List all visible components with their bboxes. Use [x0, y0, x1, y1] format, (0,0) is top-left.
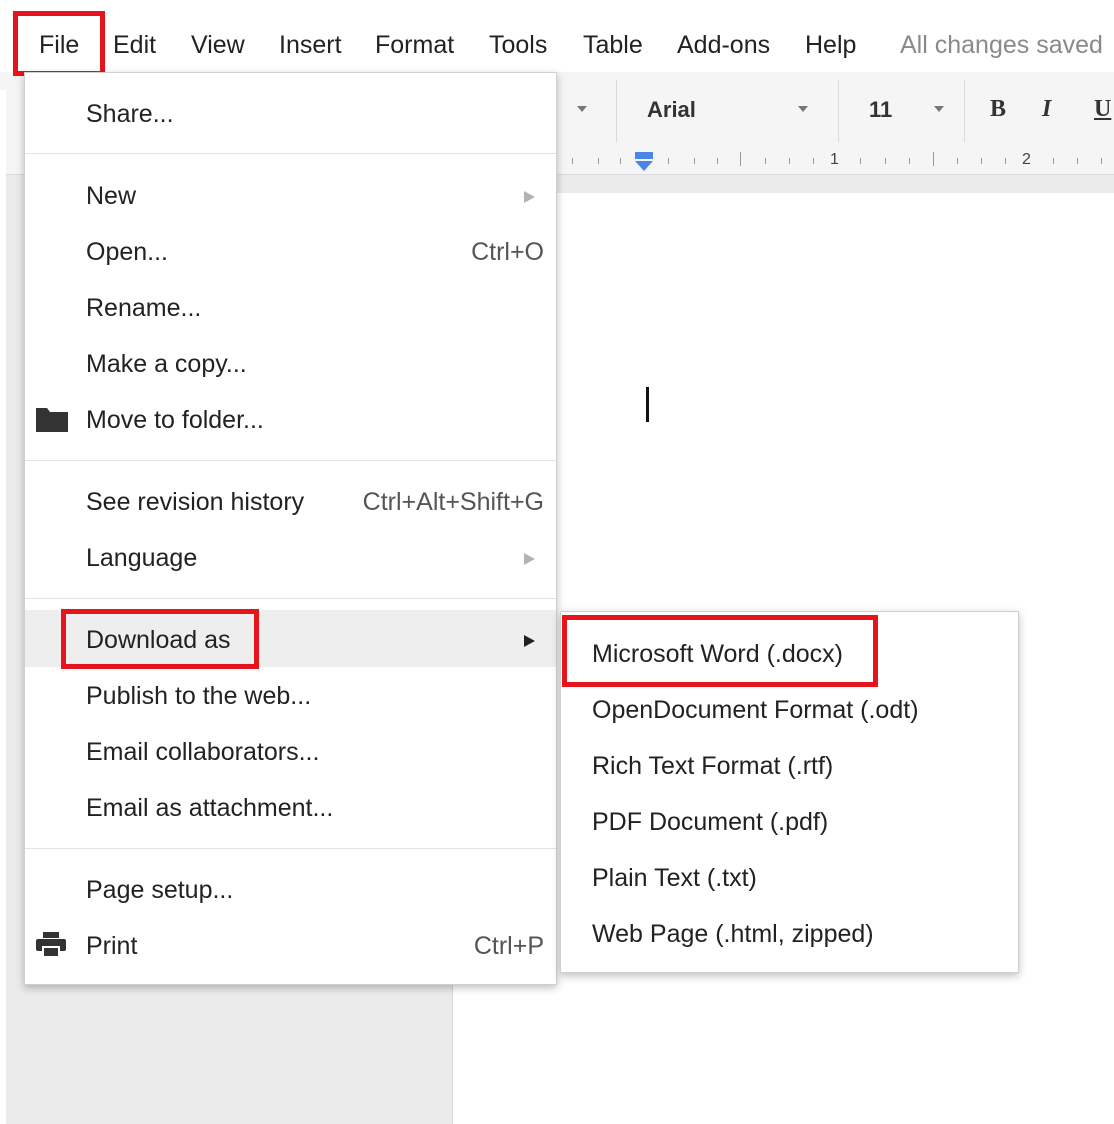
download-option-rtf[interactable]: Rich Text Format (.rtf) — [592, 749, 833, 783]
left-margin — [0, 90, 6, 1124]
download-option-pdf[interactable]: PDF Document (.pdf) — [592, 805, 828, 839]
menu-item-publish[interactable]: Publish to the web... — [86, 679, 311, 713]
ruler-tick — [620, 158, 621, 164]
menu-item-rename[interactable]: Rename... — [86, 291, 201, 325]
download-option-html[interactable]: Web Page (.html, zipped) — [592, 917, 874, 951]
file-menu: Share... New Open... Ctrl+O Rename... Ma… — [24, 72, 557, 985]
chevron-right-icon — [524, 553, 535, 565]
shortcut-open: Ctrl+O — [471, 238, 544, 266]
menu-format[interactable]: Format — [375, 28, 454, 62]
chevron-right-icon — [524, 191, 535, 203]
ruler-tick — [668, 158, 669, 164]
menu-item-new[interactable]: New — [86, 179, 136, 213]
printer-icon — [36, 932, 66, 958]
ruler-tick — [909, 158, 910, 164]
toolbar-divider — [838, 80, 839, 142]
menu-insert[interactable]: Insert — [279, 28, 342, 62]
underline-button[interactable]: U — [1094, 94, 1111, 124]
menu-addons[interactable]: Add-ons — [677, 28, 770, 62]
menu-divider — [25, 153, 556, 154]
ruler-tick — [1005, 158, 1006, 164]
ruler-tick — [957, 158, 958, 164]
italic-button[interactable]: I — [1042, 94, 1051, 124]
ruler-tick — [813, 158, 814, 164]
ruler-tick — [740, 152, 741, 166]
ruler-number: 1 — [830, 151, 839, 168]
menu-item-email-attachment[interactable]: Email as attachment... — [86, 791, 333, 825]
menu-item-language[interactable]: Language — [86, 541, 197, 575]
font-dropdown-caret-icon[interactable] — [798, 106, 808, 112]
menu-item-download-as[interactable]: Download as — [86, 623, 231, 657]
download-as-submenu: Microsoft Word (.docx) OpenDocument Form… — [560, 611, 1019, 973]
toolbar-divider — [616, 80, 617, 142]
download-option-docx[interactable]: Microsoft Word (.docx) — [592, 637, 843, 671]
menu-divider — [25, 848, 556, 849]
menu-item-revision-history[interactable]: See revision history — [86, 485, 304, 519]
menu-file[interactable]: File — [39, 28, 79, 62]
menu-edit[interactable]: Edit — [113, 28, 156, 62]
ruler-number: 2 — [1022, 151, 1031, 168]
menu-item-make-copy[interactable]: Make a copy... — [86, 347, 247, 381]
menu-view[interactable]: View — [191, 28, 245, 62]
menu-help[interactable]: Help — [805, 28, 856, 62]
ruler-tick — [694, 158, 695, 164]
menu-tools[interactable]: Tools — [489, 28, 547, 62]
ruler-tick — [885, 158, 886, 164]
chevron-right-icon — [524, 635, 535, 647]
text-cursor — [646, 387, 649, 422]
menu-item-move-to-folder[interactable]: Move to folder... — [86, 403, 264, 437]
menu-item-share[interactable]: Share... — [86, 97, 174, 131]
menu-item-open[interactable]: Open... — [86, 235, 168, 269]
style-dropdown-caret-icon[interactable] — [577, 106, 587, 112]
ruler-tick — [717, 158, 718, 164]
menu-divider — [25, 460, 556, 461]
menu-divider — [25, 598, 556, 599]
folder-icon — [36, 408, 68, 432]
shortcut-print: Ctrl+P — [473, 932, 544, 960]
indent-marker-icon[interactable] — [634, 152, 654, 172]
menu-item-page-setup[interactable]: Page setup... — [86, 873, 233, 907]
ruler-tick — [1077, 158, 1078, 164]
font-size-select[interactable]: 11 — [869, 96, 892, 124]
ruler-tick — [598, 158, 599, 164]
menu-item-print[interactable]: Print — [86, 929, 137, 963]
menu-item-email-collaborators[interactable]: Email collaborators... — [86, 735, 319, 769]
download-option-odt[interactable]: OpenDocument Format (.odt) — [592, 693, 919, 727]
ruler-tick — [789, 158, 790, 164]
ruler-tick — [1053, 158, 1054, 164]
bold-button[interactable]: B — [990, 94, 1006, 124]
size-dropdown-caret-icon[interactable] — [934, 106, 944, 112]
download-option-txt[interactable]: Plain Text (.txt) — [592, 861, 757, 895]
ruler-tick — [981, 158, 982, 164]
toolbar-divider — [964, 80, 965, 142]
ruler-tick — [933, 152, 934, 166]
menu-table[interactable]: Table — [583, 28, 643, 62]
ruler-tick — [1101, 158, 1102, 164]
ruler-tick — [860, 158, 861, 164]
font-family-select[interactable]: Arial — [647, 96, 696, 124]
save-status: All changes saved — [900, 31, 1103, 59]
ruler-tick — [765, 158, 766, 164]
shortcut-revision-history: Ctrl+Alt+Shift+G — [362, 488, 544, 516]
ruler-tick — [572, 158, 573, 164]
